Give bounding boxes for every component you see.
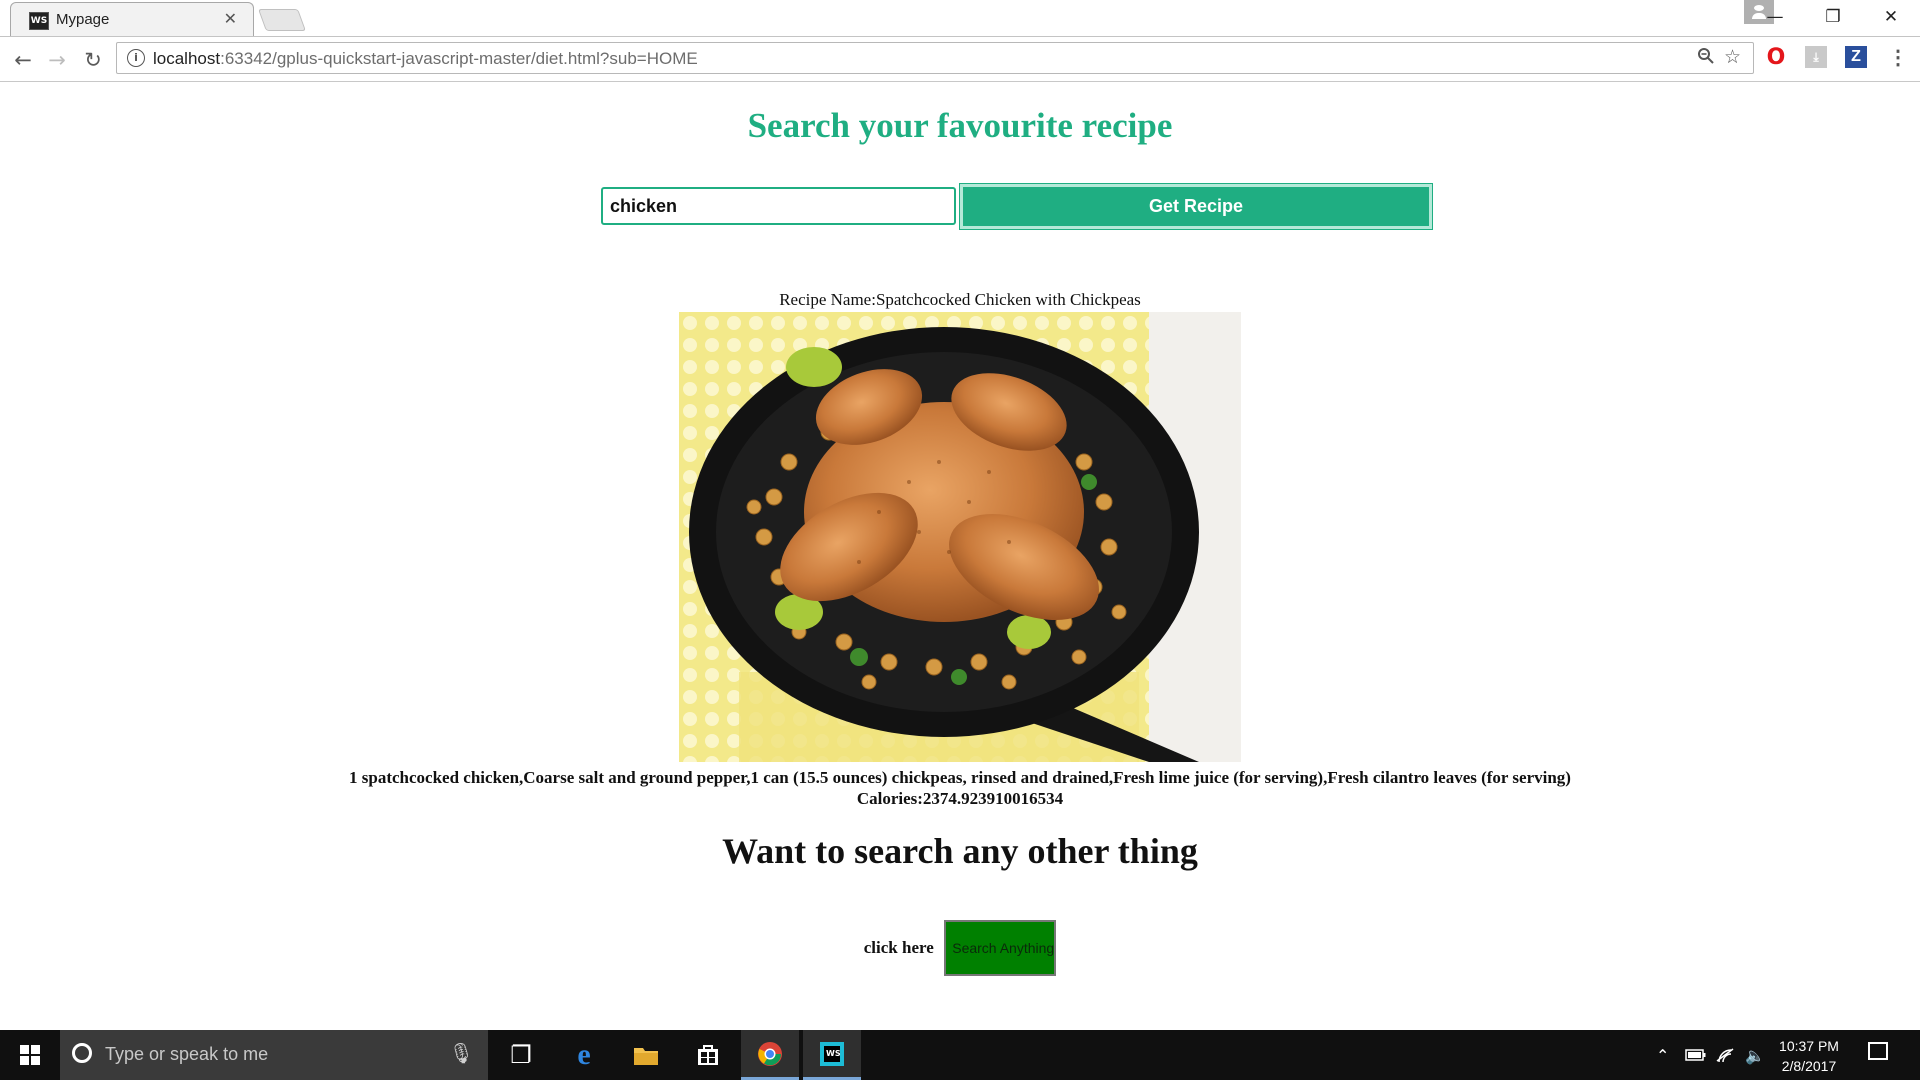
show-hidden-icons-icon[interactable]: ⌃ <box>1656 1030 1669 1080</box>
info-icon[interactable]: i <box>127 49 145 67</box>
url-path: :63342/gplus-quickstart-javascript-maste… <box>220 49 698 68</box>
click-here-row: click here Search Anything <box>0 920 1920 976</box>
taskbar-clock[interactable]: 10:37 PM 2/8/2017 <box>1772 1036 1846 1076</box>
recipe-search-input[interactable] <box>601 187 956 225</box>
chrome-icon[interactable] <box>741 1030 799 1080</box>
close-window-icon[interactable]: ✕ <box>1862 0 1920 34</box>
clock-date: 2/8/2017 <box>1781 1058 1837 1074</box>
forward-arrow-icon[interactable]: → <box>44 47 70 73</box>
new-tab-button[interactable] <box>257 9 307 31</box>
page-content: Search your favourite recipe Get Recipe … <box>0 82 1920 1030</box>
url-text[interactable]: localhost:63342/gplus-quickstart-javascr… <box>153 49 698 69</box>
cortana-placeholder: Type or speak to me <box>105 1044 269 1064</box>
minimize-icon[interactable]: — <box>1746 0 1804 34</box>
clock-time: 10:37 PM <box>1779 1038 1839 1054</box>
calories: Calories:2374.923910016534 <box>856 789 1064 808</box>
z-extension-icon[interactable]: Z <box>1845 46 1867 68</box>
battery-icon[interactable] <box>1685 1030 1707 1080</box>
tab-mypage[interactable]: WS Mypage ✕ <box>10 2 254 36</box>
browser-toolbar: ← → ↻ i localhost:63342/gplus-quickstart… <box>0 37 1920 82</box>
page-heading: Search your favourite recipe <box>747 106 1173 145</box>
windows-logo-icon <box>20 1045 40 1065</box>
bookmark-star-icon[interactable]: ☆ <box>1724 46 1741 69</box>
task-view-icon[interactable]: ❐ <box>492 1030 550 1080</box>
recipe-name: Recipe Name:Spatchcocked Chicken with Ch… <box>779 290 1141 309</box>
url-host: localhost <box>153 49 221 68</box>
edge-icon[interactable]: e <box>555 1030 613 1080</box>
svg-text:WS: WS <box>826 1049 841 1058</box>
get-recipe-button[interactable]: Get Recipe <box>959 183 1433 230</box>
recipe-image <box>679 312 1241 762</box>
opera-extension-icon[interactable]: O <box>1765 45 1787 70</box>
cortana-icon <box>72 1043 92 1063</box>
ingredients-list: 1 spatchcocked chicken,Coarse salt and g… <box>349 768 1571 787</box>
volume-icon[interactable]: 🔈 <box>1745 1030 1765 1080</box>
other-search-heading: Want to search any other thing <box>722 831 1198 871</box>
cortana-search-box[interactable]: Type or speak to me 🎙 <box>60 1030 488 1080</box>
browser-tab-strip: WS Mypage ✕ — ❐ ✕ <box>0 0 1920 37</box>
action-center-icon[interactable] <box>1868 1042 1888 1060</box>
windows-taskbar: Type or speak to me 🎙 ❐ e WS ⌃ 🔈 10:37 P… <box>0 1030 1920 1080</box>
chrome-menu-icon[interactable]: ⋮ <box>1887 46 1909 69</box>
pdf-extension-icon[interactable]: ⤓ <box>1805 46 1827 68</box>
restore-icon[interactable]: ❐ <box>1804 0 1862 34</box>
reload-icon[interactable]: ↻ <box>80 47 106 73</box>
tab-title: Mypage <box>56 11 110 28</box>
microphone-icon[interactable]: 🎙 <box>449 1041 474 1066</box>
recipe-details: 1 spatchcocked chicken,Coarse salt and g… <box>0 767 1920 809</box>
webstorm-favicon-icon: WS <box>29 12 49 30</box>
back-arrow-icon[interactable]: ← <box>10 47 36 73</box>
search-anything-button[interactable]: Search Anything <box>944 920 1057 976</box>
start-button[interactable] <box>0 1030 60 1080</box>
address-bar[interactable]: i localhost:63342/gplus-quickstart-javas… <box>116 42 1754 74</box>
wifi-icon[interactable] <box>1715 1030 1735 1080</box>
webstorm-icon[interactable]: WS <box>803 1030 861 1080</box>
close-tab-icon[interactable]: ✕ <box>224 9 237 29</box>
click-here-label: click here <box>863 938 934 957</box>
file-explorer-icon[interactable] <box>617 1030 675 1080</box>
zoom-icon[interactable] <box>1697 47 1715 70</box>
window-controls: — ❐ ✕ <box>1746 0 1920 34</box>
store-icon[interactable] <box>679 1030 737 1080</box>
